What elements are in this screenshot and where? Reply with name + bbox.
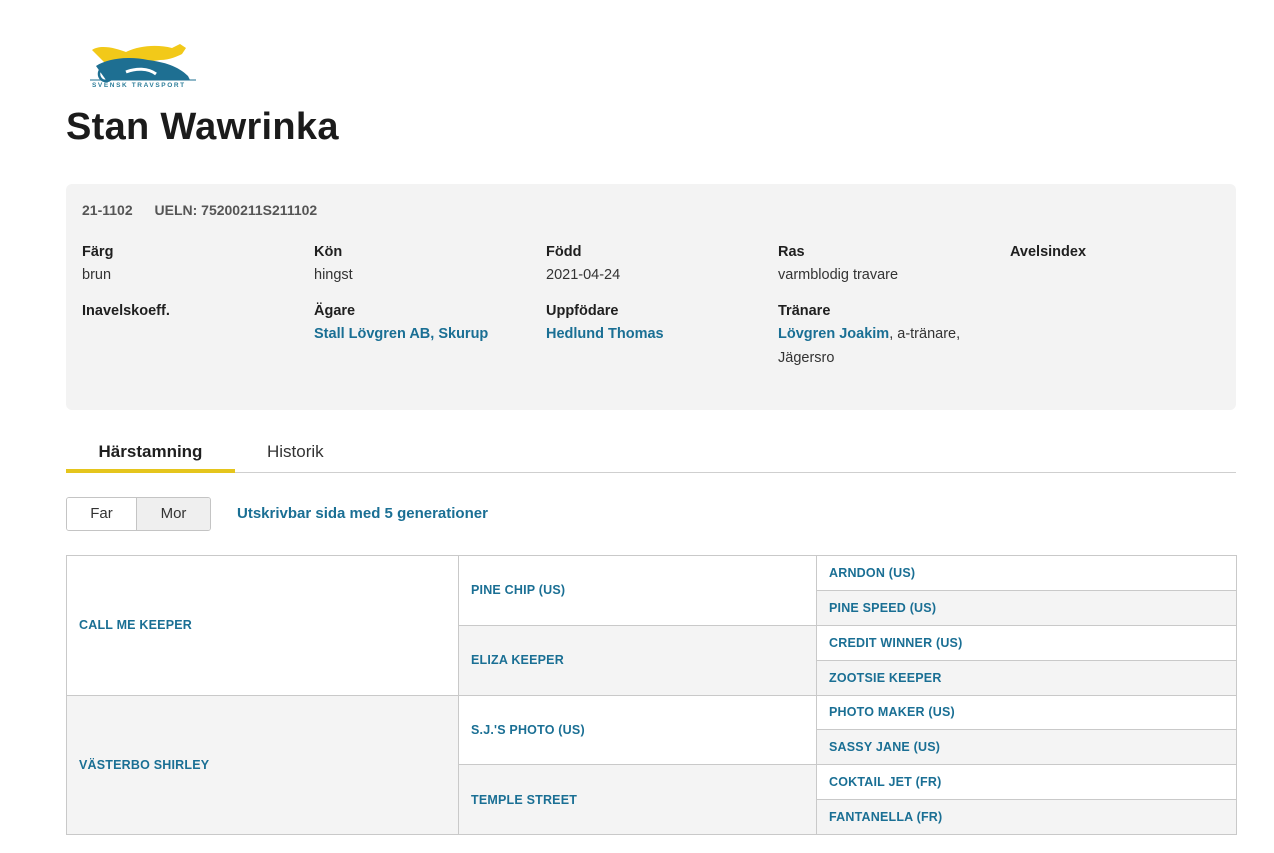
trainer-label: Tränare	[778, 303, 831, 319]
color-label: Färg	[82, 244, 114, 260]
pedigree-dds[interactable]: COKTAIL JET (FR)	[816, 764, 1237, 801]
logo-text: SVENSK TRAVSPORT	[92, 82, 186, 89]
printable-page-link[interactable]: Utskrivbar sida med 5 generationer	[237, 505, 488, 522]
field-born: Född 2021-04-24	[546, 244, 766, 287]
tab-history[interactable]: Historik	[267, 442, 324, 472]
parent-toggle: Far Mor	[66, 497, 211, 531]
breed-value: varmblodig travare	[778, 267, 899, 283]
ueln: UELN: 75200211S211102	[154, 202, 318, 218]
sex-value: hingst	[314, 267, 353, 283]
reg-number: 21-1102	[82, 202, 133, 218]
born-value: 2021-04-24	[546, 267, 621, 283]
color-value: brun	[82, 267, 112, 283]
trainer-link[interactable]: Lövgren Joakim	[778, 326, 889, 342]
pedigree-dsd[interactable]: SASSY JANE (US)	[816, 729, 1237, 766]
pedigree-sdd[interactable]: ZOOTSIE KEEPER	[816, 659, 1237, 696]
owner-link[interactable]: Stall Lövgren AB, Skurup	[314, 326, 488, 342]
pedigree-dss[interactable]: PHOTO MAKER (US)	[816, 694, 1237, 731]
tab-pedigree[interactable]: Härstamning	[66, 436, 235, 473]
horse-ids: 21-1102 UELN: 75200211S211102	[82, 202, 335, 218]
field-sex: Kön hingst	[314, 244, 534, 287]
breed-label: Ras	[778, 244, 805, 260]
breeder-label: Uppfödare	[546, 303, 619, 319]
field-color: Färg brun	[82, 244, 302, 287]
pedigree-table: CALL ME KEEPER PINE CHIP (US) ARNDON (US…	[66, 555, 1237, 835]
pedigree-ddd[interactable]: FANTANELLA (FR)	[816, 799, 1237, 835]
field-trainer: Tränare Lövgren Joakim, a-tränare, Jägers…	[778, 303, 998, 370]
owner-label: Ägare	[314, 303, 356, 319]
field-breeder: Uppfödare Hedlund Thomas	[546, 303, 766, 346]
field-inbreeding: Inavelskoeff.	[82, 303, 302, 322]
page-title: Stan Wawrinka	[66, 106, 339, 148]
horse-info-box: 21-1102 UELN: 75200211S211102 Färg brun …	[66, 184, 1236, 410]
field-owner: Ägare Stall Lövgren AB, Skurup	[314, 303, 534, 346]
field-breeding-index: Avelsindex	[1010, 244, 1230, 263]
toggle-far-button[interactable]: Far	[67, 498, 137, 530]
pedigree-sire-sire[interactable]: PINE CHIP (US)	[458, 555, 817, 626]
inbreeding-label: Inavelskoeff.	[82, 303, 170, 319]
toggle-mor-button[interactable]: Mor	[137, 498, 210, 530]
breeding-index-label: Avelsindex	[1010, 244, 1087, 260]
pedigree-sire-dam[interactable]: ELIZA KEEPER	[458, 624, 817, 696]
pedigree-dam-dam[interactable]: TEMPLE STREET	[458, 764, 817, 835]
pedigree-sds[interactable]: CREDIT WINNER (US)	[816, 624, 1237, 661]
born-label: Född	[546, 244, 582, 260]
tab-bar: Härstamning Historik	[66, 436, 1236, 473]
pedigree-dam[interactable]: VÄSTERBO SHIRLEY	[66, 694, 459, 835]
trainer-license: , a-tränare,	[889, 326, 961, 342]
pedigree-sire[interactable]: CALL ME KEEPER	[66, 555, 459, 696]
field-breed: Ras varmblodig travare	[778, 244, 998, 287]
pedigree-dam-sire[interactable]: S.J.'S PHOTO (US)	[458, 694, 817, 766]
pedigree-ssd[interactable]: PINE SPEED (US)	[816, 589, 1237, 626]
trainer-place: Jägersro	[778, 350, 835, 366]
breeder-link[interactable]: Hedlund Thomas	[546, 326, 664, 342]
sex-label: Kön	[314, 244, 343, 260]
pedigree-sss[interactable]: ARNDON (US)	[816, 555, 1237, 591]
